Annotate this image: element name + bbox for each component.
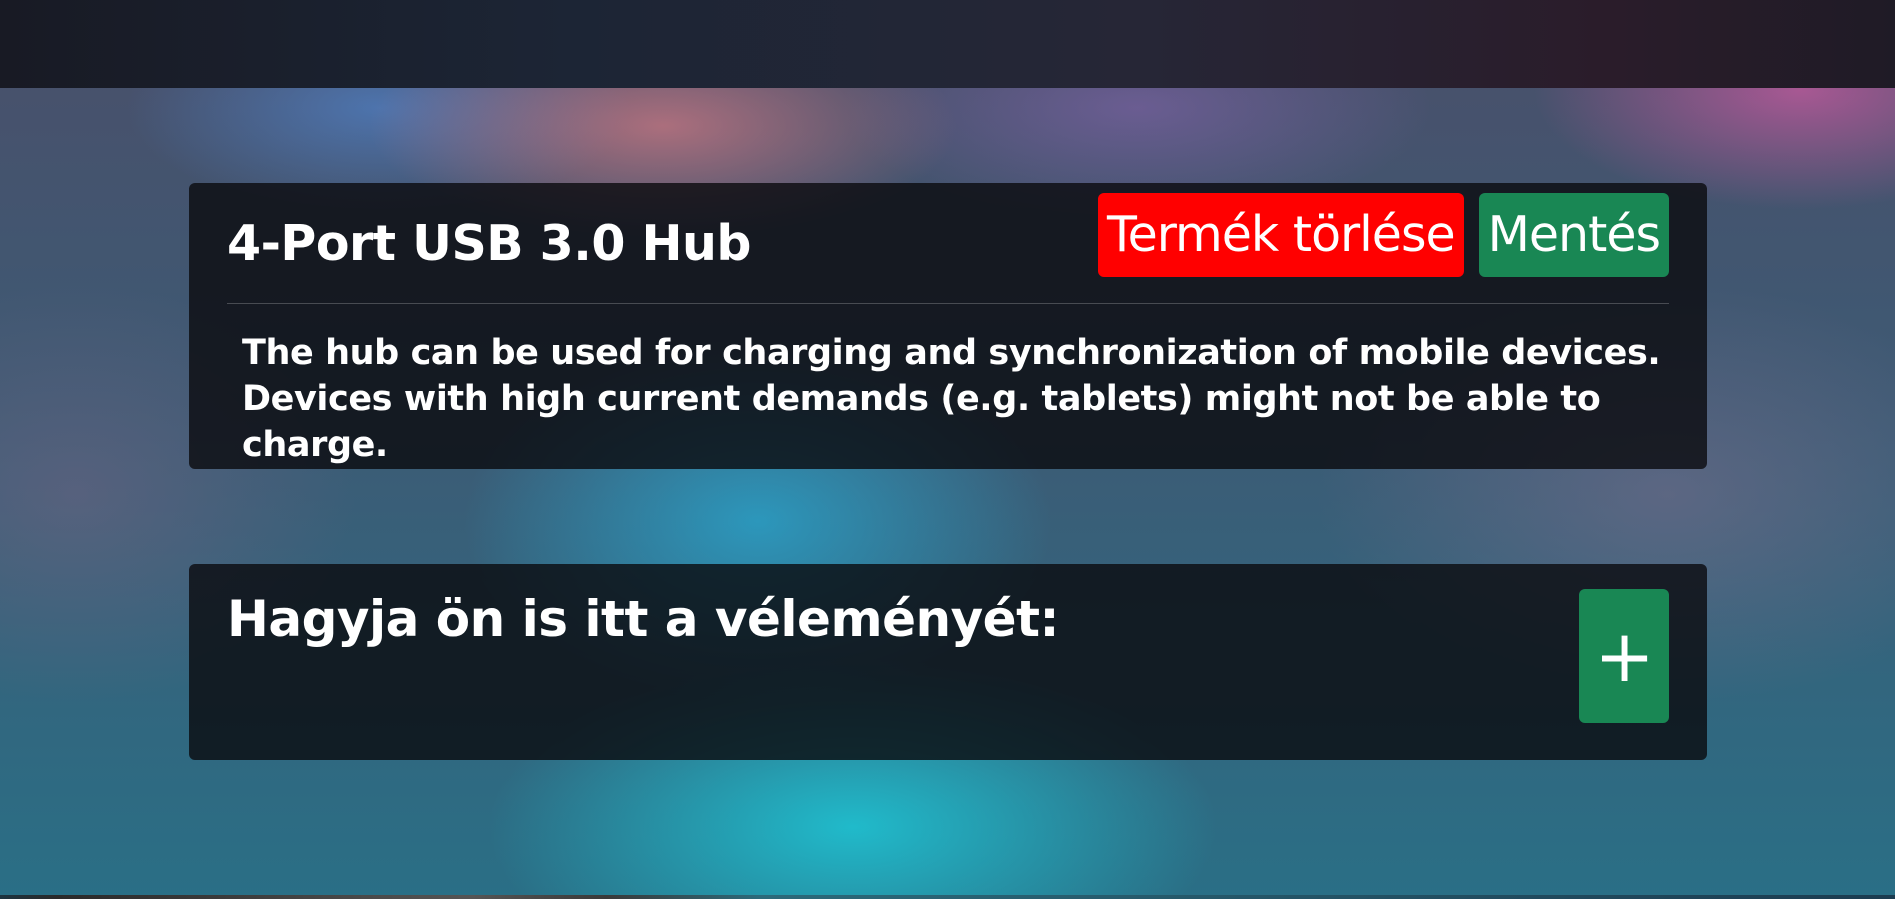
plus-icon: + bbox=[1594, 614, 1654, 698]
bottom-edge bbox=[0, 895, 1895, 899]
save-button[interactable]: Mentés bbox=[1478, 193, 1669, 277]
product-actions: Termék törlése Mentés bbox=[1097, 193, 1669, 277]
top-navbar bbox=[0, 0, 1895, 88]
product-description: The hub can be used for charging and syn… bbox=[242, 333, 1661, 465]
delete-product-button[interactable]: Termék törlése bbox=[1097, 193, 1464, 277]
product-card: 4-Port USB 3.0 Hub Termék törlése Mentés… bbox=[189, 183, 1707, 469]
product-title: 4-Port USB 3.0 Hub bbox=[227, 214, 751, 272]
add-review-button[interactable]: + bbox=[1579, 589, 1669, 723]
product-header: 4-Port USB 3.0 Hub Termék törlése Mentés bbox=[227, 183, 1669, 304]
review-card: Hagyja ön is itt a véleményét: + bbox=[189, 564, 1707, 760]
review-prompt-title: Hagyja ön is itt a véleményét: bbox=[227, 590, 1059, 648]
